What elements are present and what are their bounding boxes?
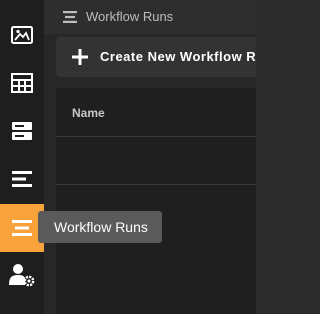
main-panel: Workflow Runs Create New Workflow Ru Nam…: [44, 0, 256, 314]
table-divider: [56, 184, 256, 185]
tooltip-workflow-runs: Workflow Runs: [38, 211, 162, 243]
image-icon: [11, 26, 33, 44]
sidebar: [0, 0, 44, 314]
create-button-label: Create New Workflow Ru: [100, 49, 256, 64]
top-bar: Workflow Runs: [44, 0, 256, 34]
page-title: Workflow Runs: [86, 9, 174, 24]
server-icon: [12, 122, 32, 140]
workflow-runs-icon: [12, 220, 32, 236]
sidebar-item-images[interactable]: [0, 11, 44, 59]
sidebar-item-list[interactable]: [0, 155, 44, 203]
sidebar-item-tables[interactable]: [0, 59, 44, 107]
workflow-runs-table: Name: [56, 88, 256, 314]
table-icon: [11, 73, 33, 93]
sidebar-item-user-settings[interactable]: [0, 251, 44, 299]
table-divider: [56, 136, 256, 137]
column-header-name[interactable]: Name: [72, 106, 105, 120]
list-icon: [12, 171, 32, 187]
user-settings-icon: [9, 264, 35, 287]
plus-icon: [72, 49, 88, 65]
workflow-runs-icon: [63, 11, 77, 23]
sidebar-item-servers[interactable]: [0, 107, 44, 155]
create-workflow-run-button[interactable]: Create New Workflow Ru: [56, 37, 256, 77]
